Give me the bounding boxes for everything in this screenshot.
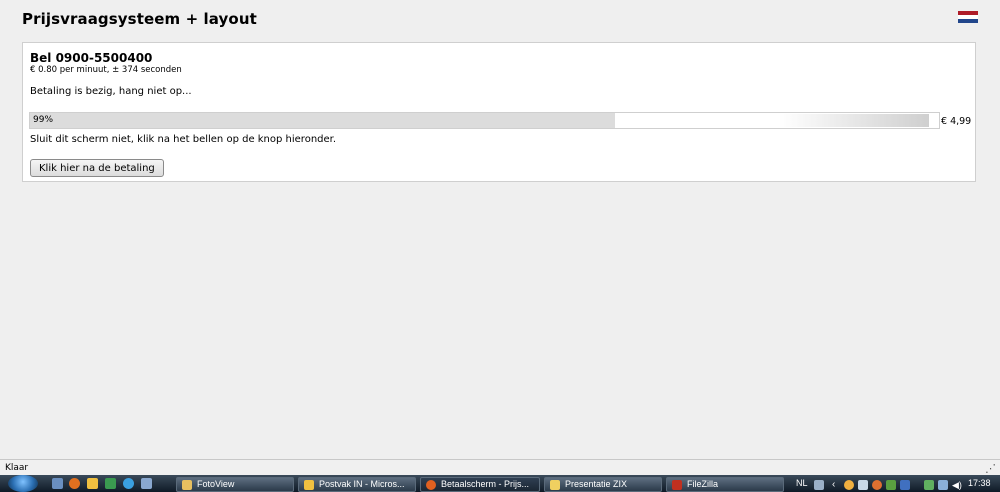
quicklaunch-media-icon[interactable] <box>105 478 116 489</box>
update-icon[interactable] <box>872 480 882 490</box>
instruction-note: Sluit dit scherm niet, klik na het belle… <box>30 134 337 145</box>
wifi-icon[interactable] <box>938 480 948 490</box>
progress-bar-fill <box>30 113 615 128</box>
resize-grip-icon[interactable]: ⋰ <box>985 462 996 475</box>
taskbar-button-betaalscherm[interactable]: Betaalscherm - Prijs... <box>420 477 540 492</box>
bluetooth-icon[interactable] <box>900 480 910 490</box>
browser-status-bar: Klaar ⋰ <box>0 459 1000 475</box>
progress-percent-label: 99% <box>33 115 54 125</box>
confirm-payment-button[interactable]: Klik hier na de betaling <box>30 159 164 177</box>
firefox-icon <box>426 480 436 490</box>
progress-bar-shine <box>779 114 929 127</box>
antivirus-icon[interactable] <box>886 480 896 490</box>
tray-expand-icon[interactable]: ‹ <box>832 480 842 490</box>
taskbar: FotoView Postvak IN - Micros... Betaalsc… <box>0 475 1000 492</box>
taskbar-button-label: FileZilla <box>687 479 719 489</box>
keyboard-icon[interactable] <box>814 480 824 490</box>
quicklaunch-switch-icon[interactable] <box>141 478 152 489</box>
filezilla-icon <box>672 480 682 490</box>
taskbar-button-label: Presentatie ZIX <box>565 479 628 489</box>
quicklaunch-ie-icon[interactable] <box>123 478 134 489</box>
language-flag-icon[interactable] <box>958 11 978 23</box>
battery-icon[interactable] <box>924 480 934 490</box>
taskbar-button-presentatie[interactable]: Presentatie ZIX <box>544 477 662 492</box>
outlook-icon <box>304 480 314 490</box>
taskbar-button-label: FotoView <box>197 479 235 489</box>
network-icon[interactable] <box>858 480 868 490</box>
taskbar-button-outlook[interactable]: Postvak IN - Micros... <box>298 477 416 492</box>
rate-label: € 0.80 per minuut, ± 374 seconden <box>30 65 182 75</box>
volume-icon[interactable]: ◀) <box>952 480 962 490</box>
page-title: Prijsvraagsysteem + layout <box>22 10 257 28</box>
messenger-icon[interactable] <box>844 480 854 490</box>
system-tray: NL ‹ ◀) 17:38 <box>788 477 1000 492</box>
folder-icon <box>182 480 192 490</box>
taskbar-button-label: Postvak IN - Micros... <box>319 479 405 489</box>
payment-panel: Bel 0900-5500400 € 0.80 per minuut, ± 37… <box>22 42 976 182</box>
phone-number-label: Bel 0900-5500400 <box>30 51 153 65</box>
payment-status-text: Betaling is bezig, hang niet op... <box>30 86 192 97</box>
document-icon <box>550 480 560 490</box>
status-text: Klaar <box>5 463 29 473</box>
price-label: € 4,99 <box>941 116 972 127</box>
start-button[interactable] <box>8 475 38 492</box>
clock[interactable]: 17:38 <box>968 478 991 488</box>
language-indicator[interactable]: NL <box>796 478 808 488</box>
taskbar-button-label: Betaalscherm - Prijs... <box>441 479 530 489</box>
taskbar-button-filezilla[interactable]: FileZilla <box>666 477 784 492</box>
quicklaunch-desktop-icon[interactable] <box>52 478 63 489</box>
quicklaunch-firefox-icon[interactable] <box>69 478 80 489</box>
progress-bar: 99% <box>29 112 940 129</box>
quicklaunch-outlook-icon[interactable] <box>87 478 98 489</box>
taskbar-button-fotoview[interactable]: FotoView <box>176 477 294 492</box>
flag-blue-stripe <box>958 19 978 23</box>
